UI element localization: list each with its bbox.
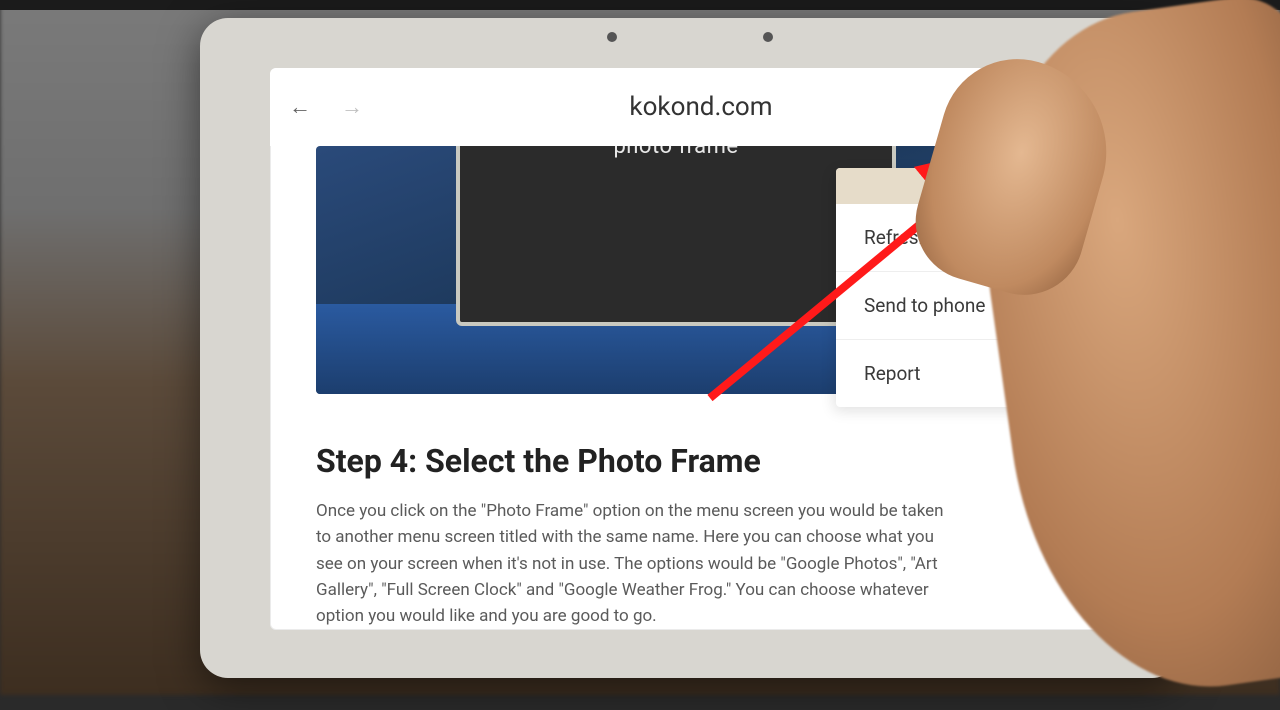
article-body: Once you click on the "Photo Frame" opti… [316, 498, 956, 630]
hero-frame-text: photo frame [613, 146, 738, 159]
forward-button[interactable]: → [340, 94, 364, 120]
url-label: kokond.com [629, 92, 772, 122]
window-topbar [0, 0, 1280, 10]
menu-item-label: Report [864, 362, 920, 385]
nav-arrows: ← → [288, 94, 364, 120]
speaker-dot [607, 32, 617, 42]
speaker-dot [763, 32, 773, 42]
menu-item-label: Send to phone [864, 294, 985, 317]
article-title: Step 4: Select the Photo Frame [316, 442, 1086, 480]
back-button[interactable]: ← [288, 94, 312, 120]
hero-frame: photo frame [456, 146, 896, 326]
